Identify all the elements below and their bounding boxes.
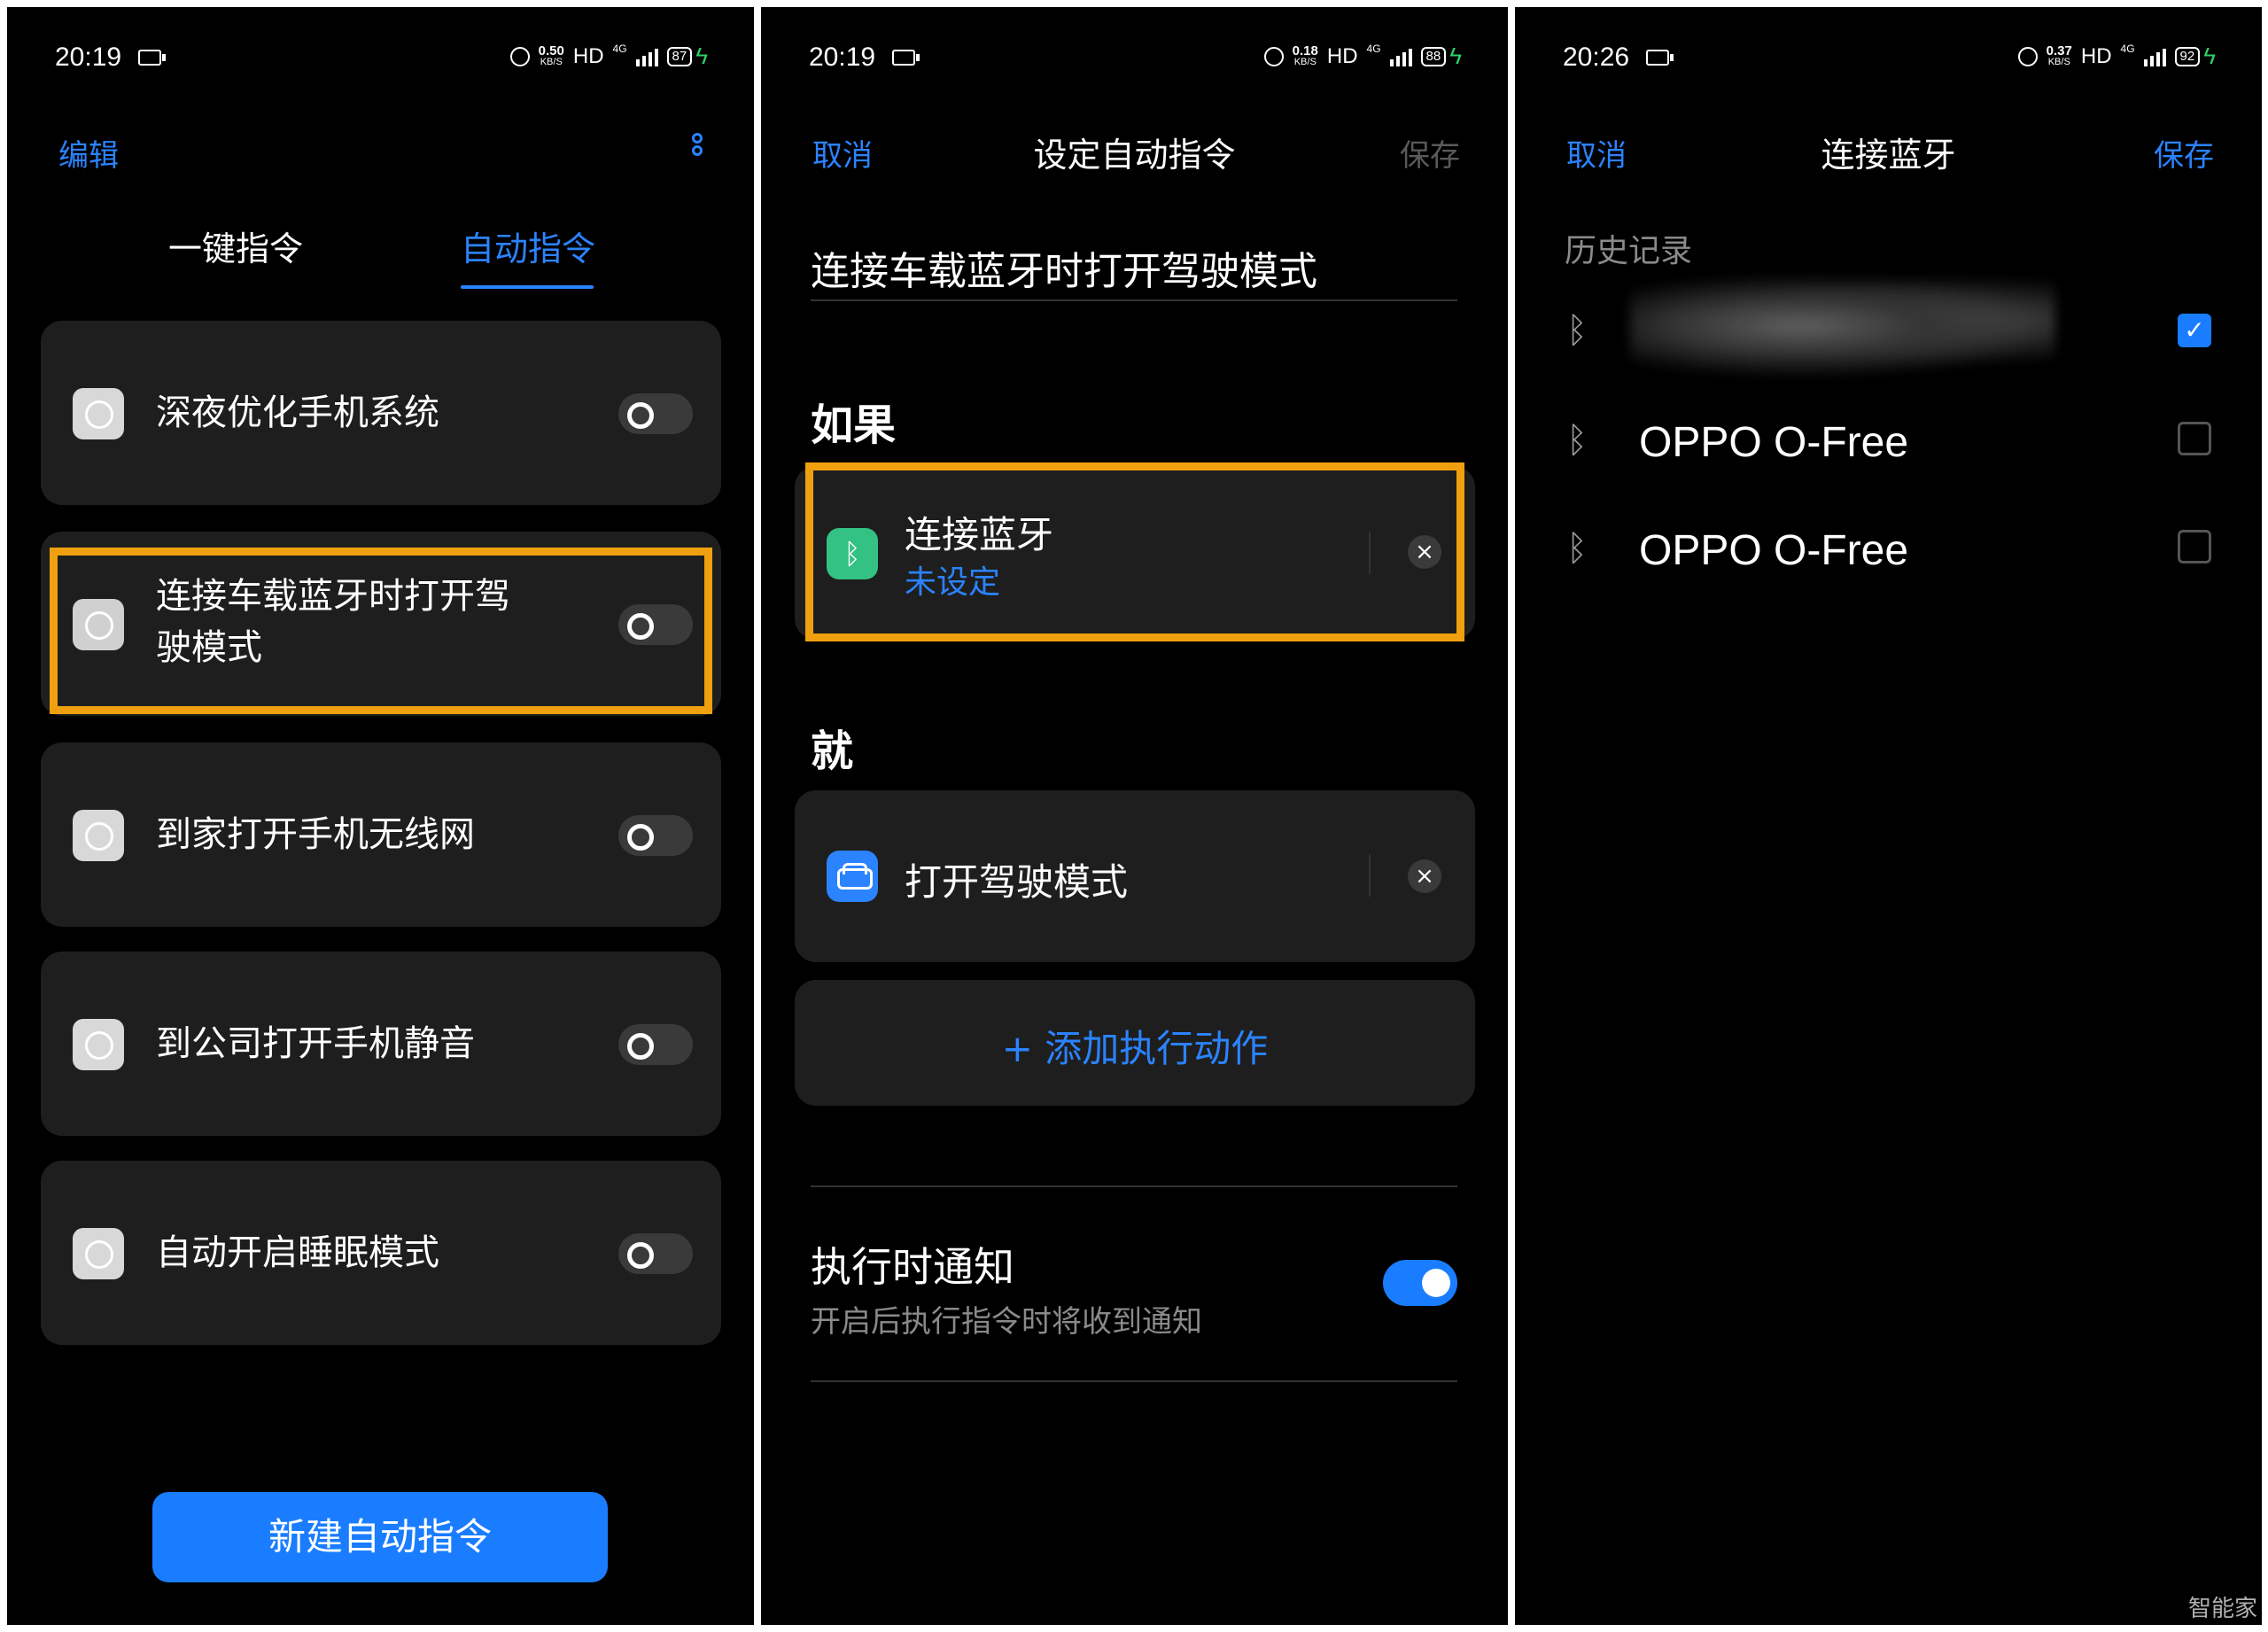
if-section-title: 如果	[811, 400, 897, 450]
command-label: 自动开启睡眠模式	[156, 1232, 439, 1273]
add-action-card[interactable]: + 添加执行动作	[795, 980, 1475, 1106]
divider	[811, 1380, 1457, 1382]
command-toggle[interactable]	[618, 393, 693, 434]
auto-commands-screen: 20:19 0.50 KB/S HD 4G 87 ϟ 编辑 一键指令 自动指令 深…	[7, 7, 754, 1625]
save-button[interactable]: 保存	[2154, 131, 2214, 175]
active-tab-indicator	[461, 285, 594, 289]
blurred-device-name	[1630, 273, 2055, 379]
signal-icon	[1389, 47, 1412, 66]
action-card[interactable]: 打开驾驶模式 ×	[795, 790, 1475, 962]
save-button[interactable]: 保存	[1400, 131, 1460, 175]
network-type: 4G	[2120, 43, 2135, 55]
command-card[interactable]: 自动开启睡眠模式	[41, 1161, 721, 1345]
tab-auto-commands[interactable]: 自动指令	[461, 221, 595, 270]
then-section-title: 就	[811, 727, 854, 776]
notify-toggle[interactable]	[1383, 1260, 1457, 1306]
alarm-icon	[509, 46, 530, 66]
action-title: 打开驾驶模式	[905, 860, 1129, 904]
screen-record-icon	[138, 50, 166, 66]
device-checkbox[interactable]	[2178, 422, 2211, 455]
status-time: 20:19	[809, 43, 876, 72]
battery-level: 88	[1420, 46, 1447, 66]
history-section-title: 历史记录	[1565, 233, 1693, 269]
device-name: OPPO O-Free	[1639, 527, 1909, 574]
network-speed: 0.37 KB/S	[2046, 43, 2072, 67]
device-checkbox[interactable]	[2178, 530, 2211, 563]
add-action-button[interactable]: + 添加执行动作	[795, 1019, 1475, 1073]
battery-level: 92	[2174, 46, 2201, 66]
highlight-box	[50, 548, 712, 714]
edit-button[interactable]: 编辑	[58, 131, 119, 175]
location-icon	[73, 810, 124, 861]
charging-icon: ϟ	[1449, 43, 1462, 69]
command-toggle[interactable]	[618, 1024, 693, 1065]
screen-record-icon	[1646, 50, 1674, 66]
remove-action-icon[interactable]: ×	[1408, 859, 1441, 893]
network-speed: 0.50 KB/S	[538, 43, 564, 67]
network-type: 4G	[612, 43, 627, 55]
command-card[interactable]: 到家打开手机无线网	[41, 742, 721, 927]
page-title: 设定自动指令	[1033, 136, 1236, 175]
battery-level: 87	[666, 46, 693, 66]
status-bar: 20:26 0.37 KB/S HD 4G 92 ϟ	[1515, 39, 2262, 78]
device-checkbox[interactable]: ✓	[2178, 314, 2211, 347]
command-label: 到家打开手机无线网	[156, 814, 475, 855]
command-toggle[interactable]	[618, 815, 693, 856]
signal-icon	[2143, 47, 2166, 66]
divider	[811, 1185, 1457, 1187]
watermark-logo: 智能家	[2187, 1596, 2257, 1622]
command-name-field[interactable]: 连接车载蓝牙时打开驾驶模式	[811, 239, 1317, 296]
signal-icon	[635, 47, 658, 66]
connect-bluetooth-screen: 20:26 0.37 KB/S HD 4G 92 ϟ 取消 连接蓝牙 保存 历史记…	[1515, 7, 2262, 1625]
command-toggle[interactable]	[618, 1233, 693, 1274]
status-bar: 20:19 0.50 KB/S HD 4G 87 ϟ	[7, 39, 754, 78]
command-card[interactable]: 深夜优化手机系统	[41, 321, 721, 505]
bluetooth-icon: ᛒ	[1566, 528, 1588, 569]
tab-one-tap-commands[interactable]: 一键指令	[168, 221, 303, 270]
status-time: 20:26	[1563, 43, 1630, 72]
alarm-icon	[1263, 46, 1284, 66]
status-bar: 20:19 0.18 KB/S HD 4G 88 ϟ	[761, 39, 1508, 78]
location-icon	[73, 1019, 124, 1070]
new-auto-command-button[interactable]: 新建自动指令	[152, 1492, 608, 1582]
network-speed: 0.18 KB/S	[1292, 43, 1318, 67]
set-auto-command-screen: 20:19 0.18 KB/S HD 4G 88 ϟ 取消 设定自动指令 保存 连…	[761, 7, 1508, 1625]
device-name: OPPO O-Free	[1639, 419, 1909, 466]
highlight-box	[805, 462, 1464, 641]
bluetooth-icon: ᛒ	[1566, 310, 1588, 351]
command-label: 到公司打开手机静音	[156, 1023, 475, 1064]
divider	[811, 299, 1457, 301]
clock-icon	[73, 1228, 124, 1279]
more-options-icon[interactable]	[690, 133, 704, 165]
screen-record-icon	[892, 50, 920, 66]
page-title: 连接蓝牙	[1821, 136, 1956, 175]
clock-icon	[73, 388, 124, 439]
alarm-icon	[2017, 46, 2038, 66]
bluetooth-icon: ᛒ	[1566, 420, 1588, 461]
command-card[interactable]: 到公司打开手机静音	[41, 952, 721, 1136]
hd-indicator: HD	[2080, 43, 2112, 68]
notify-subtitle: 开启后执行指令时将收到通知	[811, 1304, 1202, 1340]
network-type: 4G	[1366, 43, 1381, 55]
status-time: 20:19	[55, 43, 122, 72]
hd-indicator: HD	[1326, 43, 1358, 68]
car-icon	[827, 851, 878, 902]
divider	[1369, 854, 1371, 897]
command-label: 深夜优化手机系统	[156, 392, 439, 433]
notify-title: 执行时通知	[811, 1243, 1014, 1291]
hd-indicator: HD	[572, 43, 604, 68]
charging-icon: ϟ	[2203, 43, 2216, 69]
charging-icon: ϟ	[695, 43, 708, 69]
